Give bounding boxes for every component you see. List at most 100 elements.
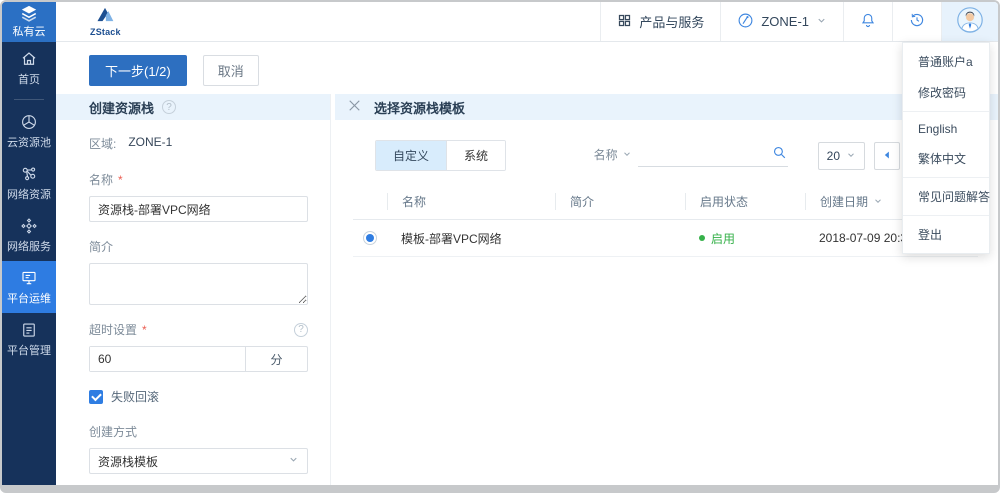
sidebar-item-label: 云资源池 — [7, 137, 51, 149]
next-step-button[interactable]: 下一步(1/2) — [89, 55, 187, 86]
description-field-label: 简介 — [89, 238, 113, 255]
column-header-description[interactable]: 简介 — [555, 193, 685, 210]
sidebar-item-network-resources[interactable]: 网络资源 — [2, 157, 56, 209]
menu-item-account[interactable]: 普通账户a — [903, 46, 989, 77]
status-badge: 启用 — [699, 230, 805, 247]
page-size-value: 20 — [827, 149, 840, 163]
sidebar-item-label: 网络资源 — [7, 189, 51, 201]
zone-selector[interactable]: ZONE-1 — [720, 2, 843, 41]
user-dropdown-menu: 普通账户a 修改密码 English 繁体中文 常见问题解答 登出 — [902, 42, 990, 254]
previous-page-button[interactable] — [874, 142, 900, 170]
chevron-down-icon — [816, 14, 827, 29]
arrow-left-icon — [882, 147, 892, 165]
zstack-logo[interactable]: ZStack — [90, 2, 121, 41]
search-field-selector[interactable]: 名称 — [594, 146, 632, 167]
user-avatar-button[interactable] — [941, 2, 998, 41]
method-select[interactable]: 资源栈模板 — [89, 448, 308, 474]
menu-item-english[interactable]: English — [903, 115, 989, 143]
cancel-button[interactable]: 取消 — [203, 55, 259, 86]
sidebar-item-platform-management[interactable]: 平台管理 — [2, 313, 56, 365]
topbar: ZStack 产品与服务 — [56, 2, 998, 42]
create-stack-panel: 创建资源栈 ? 区域: ZONE-1 名称 * — [56, 94, 331, 485]
sort-chevron-icon — [873, 195, 883, 209]
column-header-status[interactable]: 启用状态 — [685, 193, 805, 210]
method-select-value: 资源栈模板 — [98, 453, 158, 470]
search-icon[interactable] — [771, 144, 788, 166]
timeout-field[interactable] — [90, 347, 245, 371]
required-marker: * — [142, 323, 147, 337]
required-marker: * — [118, 173, 123, 187]
home-icon — [2, 50, 56, 68]
template-picker-panel: 选择资源栈模板 自定义 系统 名称 — [335, 94, 998, 485]
zstack-logo-text: ZStack — [90, 27, 121, 37]
row-name: 模板-部署VPC网络 — [387, 230, 555, 247]
templates-table: 名称 简介 启用状态 创建日期 — [353, 191, 978, 257]
table-header: 名称 简介 启用状态 创建日期 — [353, 191, 978, 220]
picker-tabs: 自定义 系统 — [375, 140, 506, 171]
help-icon[interactable]: ? — [162, 100, 176, 114]
sidebar-item-home[interactable]: 首页 — [2, 42, 56, 94]
sidebar: 私有云 首页 云资源池 — [2, 2, 56, 485]
bell-icon — [859, 11, 877, 32]
menu-item-logout[interactable]: 登出 — [903, 219, 989, 250]
chevron-down-icon — [846, 149, 856, 163]
rollback-checkbox-row[interactable]: 失败回滚 — [89, 388, 308, 405]
rollback-label: 失败回滚 — [111, 388, 159, 405]
close-icon[interactable] — [347, 98, 362, 116]
name-field[interactable] — [89, 196, 308, 222]
method-field-label: 创建方式 — [89, 423, 137, 440]
notifications-button[interactable] — [843, 2, 892, 41]
history-clock-icon — [908, 11, 926, 32]
description-field[interactable] — [89, 263, 308, 305]
search-input[interactable] — [638, 146, 771, 166]
name-field-label: 名称 — [89, 171, 113, 188]
products-services-menu[interactable]: 产品与服务 — [600, 2, 720, 41]
menu-divider — [903, 177, 989, 178]
sidebar-item-label: 首页 — [18, 74, 40, 86]
platform-operations-icon — [2, 269, 56, 287]
sidebar-item-label: 网络服务 — [7, 241, 51, 253]
sidebar-item-cloud-pool[interactable]: 云资源池 — [2, 105, 56, 157]
network-services-icon — [2, 217, 56, 235]
timeout-unit: 分 — [245, 347, 307, 371]
chevron-down-icon — [622, 148, 632, 162]
zone-field-value: ZONE-1 — [128, 135, 172, 152]
layers-icon — [2, 5, 56, 23]
avatar-icon — [957, 7, 983, 36]
table-row[interactable]: 模板-部署VPC网络 启用 2018-07-09 20:37:50 详情 — [353, 220, 978, 257]
products-services-label: 产品与服务 — [639, 12, 704, 31]
zone-icon — [737, 12, 754, 32]
sidebar-brand[interactable]: 私有云 — [2, 2, 56, 42]
timeout-field-label: 超时设置 — [89, 321, 137, 338]
tab-custom[interactable]: 自定义 — [376, 141, 446, 170]
row-radio-selected[interactable] — [363, 231, 377, 245]
zone-field-label: 区域: — [89, 135, 116, 152]
sidebar-brand-label: 私有云 — [13, 26, 46, 38]
tab-system[interactable]: 系统 — [446, 141, 505, 170]
cloud-pool-icon — [2, 113, 56, 131]
zone-label: ZONE-1 — [761, 14, 809, 29]
zstack-logo-icon — [95, 7, 115, 27]
rollback-checkbox[interactable] — [89, 390, 103, 404]
search-field-label: 名称 — [594, 146, 618, 163]
sidebar-item-platform-operations[interactable]: 平台运维 — [2, 261, 56, 313]
help-icon[interactable]: ? — [294, 323, 308, 337]
picker-title: 选择资源栈模板 — [374, 98, 465, 117]
menu-item-change-password[interactable]: 修改密码 — [903, 77, 989, 108]
platform-management-icon — [2, 321, 56, 339]
sidebar-item-network-services[interactable]: 网络服务 — [2, 209, 56, 261]
menu-item-faq[interactable]: 常见问题解答 — [903, 181, 989, 212]
grid-icon — [617, 13, 632, 31]
menu-divider — [903, 111, 989, 112]
menu-item-traditional-chinese[interactable]: 繁体中文 — [903, 143, 989, 174]
app-window: 私有云 首页 云资源池 — [0, 0, 1000, 493]
column-header-name[interactable]: 名称 — [387, 193, 555, 210]
menu-divider — [903, 215, 989, 216]
network-resources-icon — [2, 165, 56, 183]
sidebar-item-label: 平台管理 — [7, 345, 51, 357]
sidebar-item-label: 平台运维 — [7, 293, 51, 305]
history-button[interactable] — [892, 2, 941, 41]
chevron-down-icon — [288, 454, 299, 468]
create-stack-title: 创建资源栈 — [89, 98, 154, 117]
page-size-select[interactable]: 20 — [818, 142, 865, 170]
